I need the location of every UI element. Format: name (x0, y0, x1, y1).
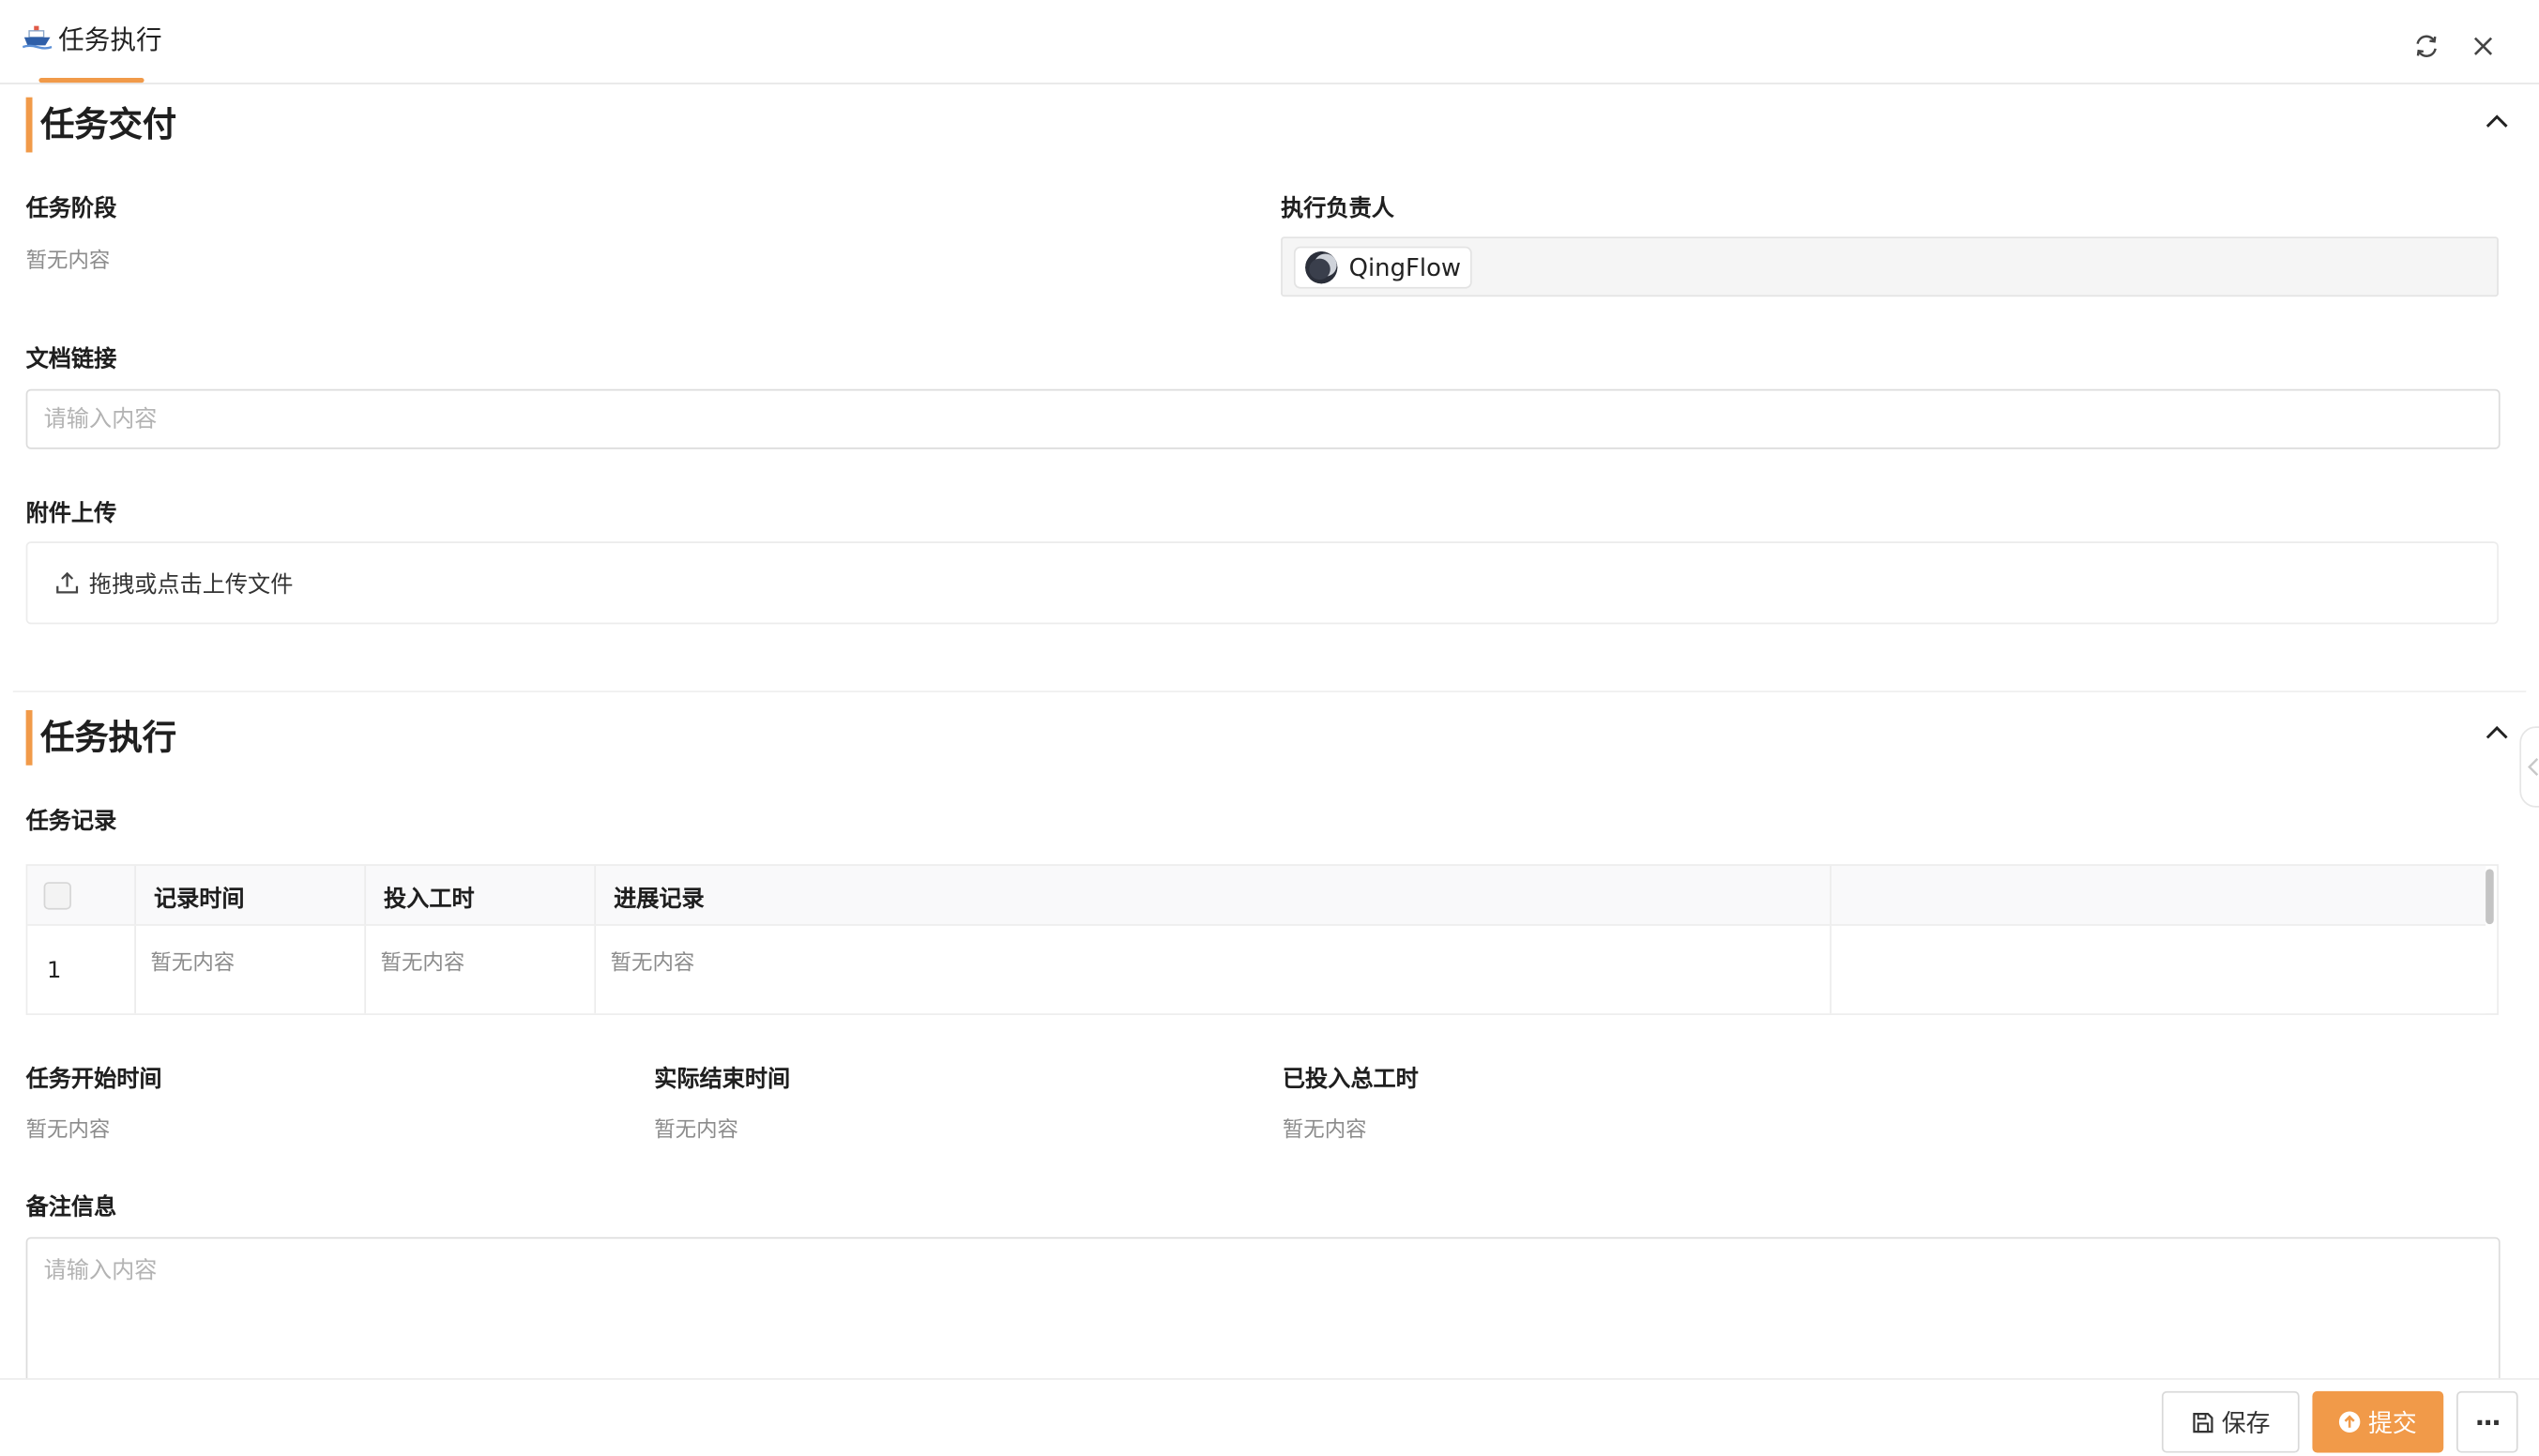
table-cell[interactable]: 暂无内容 (596, 925, 1832, 1014)
table-cell-empty (1832, 926, 2486, 1013)
table-cell[interactable]: 暂无内容 (136, 925, 367, 1014)
row-index-cell: 1 (27, 925, 136, 1014)
member-name: QingFlow (1348, 252, 1462, 282)
footer-bar: 保存 提交 ··· (0, 1378, 2539, 1456)
start-time-value: 暂无内容 (25, 1118, 111, 1144)
table-cell[interactable]: 暂无内容 (366, 925, 597, 1014)
table-scrollbar[interactable] (2486, 869, 2494, 925)
column-header: 记录时间 (136, 865, 367, 925)
records-label: 任务记录 (25, 809, 117, 836)
chevron-left-icon (2527, 757, 2539, 776)
total-hours-value: 暂无内容 (1282, 1118, 1367, 1144)
side-panel-handle[interactable] (2519, 726, 2539, 808)
chevron-up-icon[interactable] (2484, 109, 2510, 135)
window-actions (2412, 33, 2497, 60)
upload-icon (56, 571, 79, 594)
end-time-value: 暂无内容 (654, 1118, 738, 1144)
table-row[interactable]: 1 暂无内容 暂无内容 暂无内容 (27, 925, 2486, 1014)
attachment-label: 附件上传 (25, 501, 117, 527)
more-button[interactable]: ··· (2456, 1390, 2518, 1453)
upload-dropzone[interactable]: 拖拽或点击上传文件 (25, 541, 2499, 625)
owner-label: 执行负责人 (1281, 196, 1394, 222)
start-time-label: 任务开始时间 (25, 1067, 162, 1093)
submit-button[interactable]: 提交 (2312, 1390, 2444, 1453)
save-icon (2193, 1412, 2213, 1433)
task-window: 任务执行 任务交付 任务阶段 暂无内容 执行负责人 QingFlow 文档链接 … (0, 0, 2539, 1456)
active-tab-indicator (38, 77, 144, 83)
remark-textarea[interactable] (25, 1236, 2501, 1379)
close-icon[interactable] (2470, 33, 2497, 60)
records-table: 记录时间 投入工时 进展记录 1 暂无内容 暂无内容 暂无内容 (25, 864, 2499, 1015)
owner-field[interactable]: QingFlow (1281, 236, 2499, 297)
doc-link-input[interactable] (25, 388, 2501, 449)
header-checkbox-cell (27, 865, 136, 925)
save-label: 保存 (2221, 1408, 2271, 1438)
chevron-up-icon[interactable] (2484, 720, 2510, 746)
form-content: 任务交付 任务阶段 暂无内容 执行负责人 QingFlow 文档链接 附件上传 (0, 86, 2539, 1379)
column-header-empty (1832, 866, 2486, 924)
stage-value: 暂无内容 (25, 250, 111, 275)
save-button[interactable]: 保存 (2161, 1390, 2300, 1453)
tab-label: 任务执行 (58, 23, 162, 55)
upload-circle-icon (2339, 1411, 2362, 1433)
refresh-icon[interactable] (2412, 33, 2440, 60)
doc-link-label: 文档链接 (25, 346, 117, 373)
stage-label: 任务阶段 (25, 196, 117, 222)
ship-icon (23, 25, 53, 50)
more-icon: ··· (2474, 1406, 2501, 1438)
tab-task-execution[interactable]: 任务执行 (23, 0, 162, 84)
end-time-label: 实际结束时间 (654, 1067, 791, 1093)
column-header: 进展记录 (596, 865, 1832, 925)
table-header-row: 记录时间 投入工时 进展记录 (27, 865, 2486, 926)
section-title-execution: 任务执行 (25, 709, 176, 766)
select-all-checkbox[interactable] (43, 882, 71, 910)
total-hours-label: 已投入总工时 (1282, 1067, 1419, 1093)
remark-label: 备注信息 (25, 1194, 117, 1221)
member-chip[interactable]: QingFlow (1293, 246, 1473, 289)
section-divider (12, 690, 2527, 692)
column-header: 投入工时 (366, 865, 597, 925)
top-bar: 任务执行 (0, 0, 2539, 84)
upload-text: 拖拽或点击上传文件 (88, 571, 294, 598)
submit-label: 提交 (2367, 1408, 2417, 1438)
section-title-delivery: 任务交付 (25, 97, 176, 153)
avatar (1304, 250, 1338, 284)
